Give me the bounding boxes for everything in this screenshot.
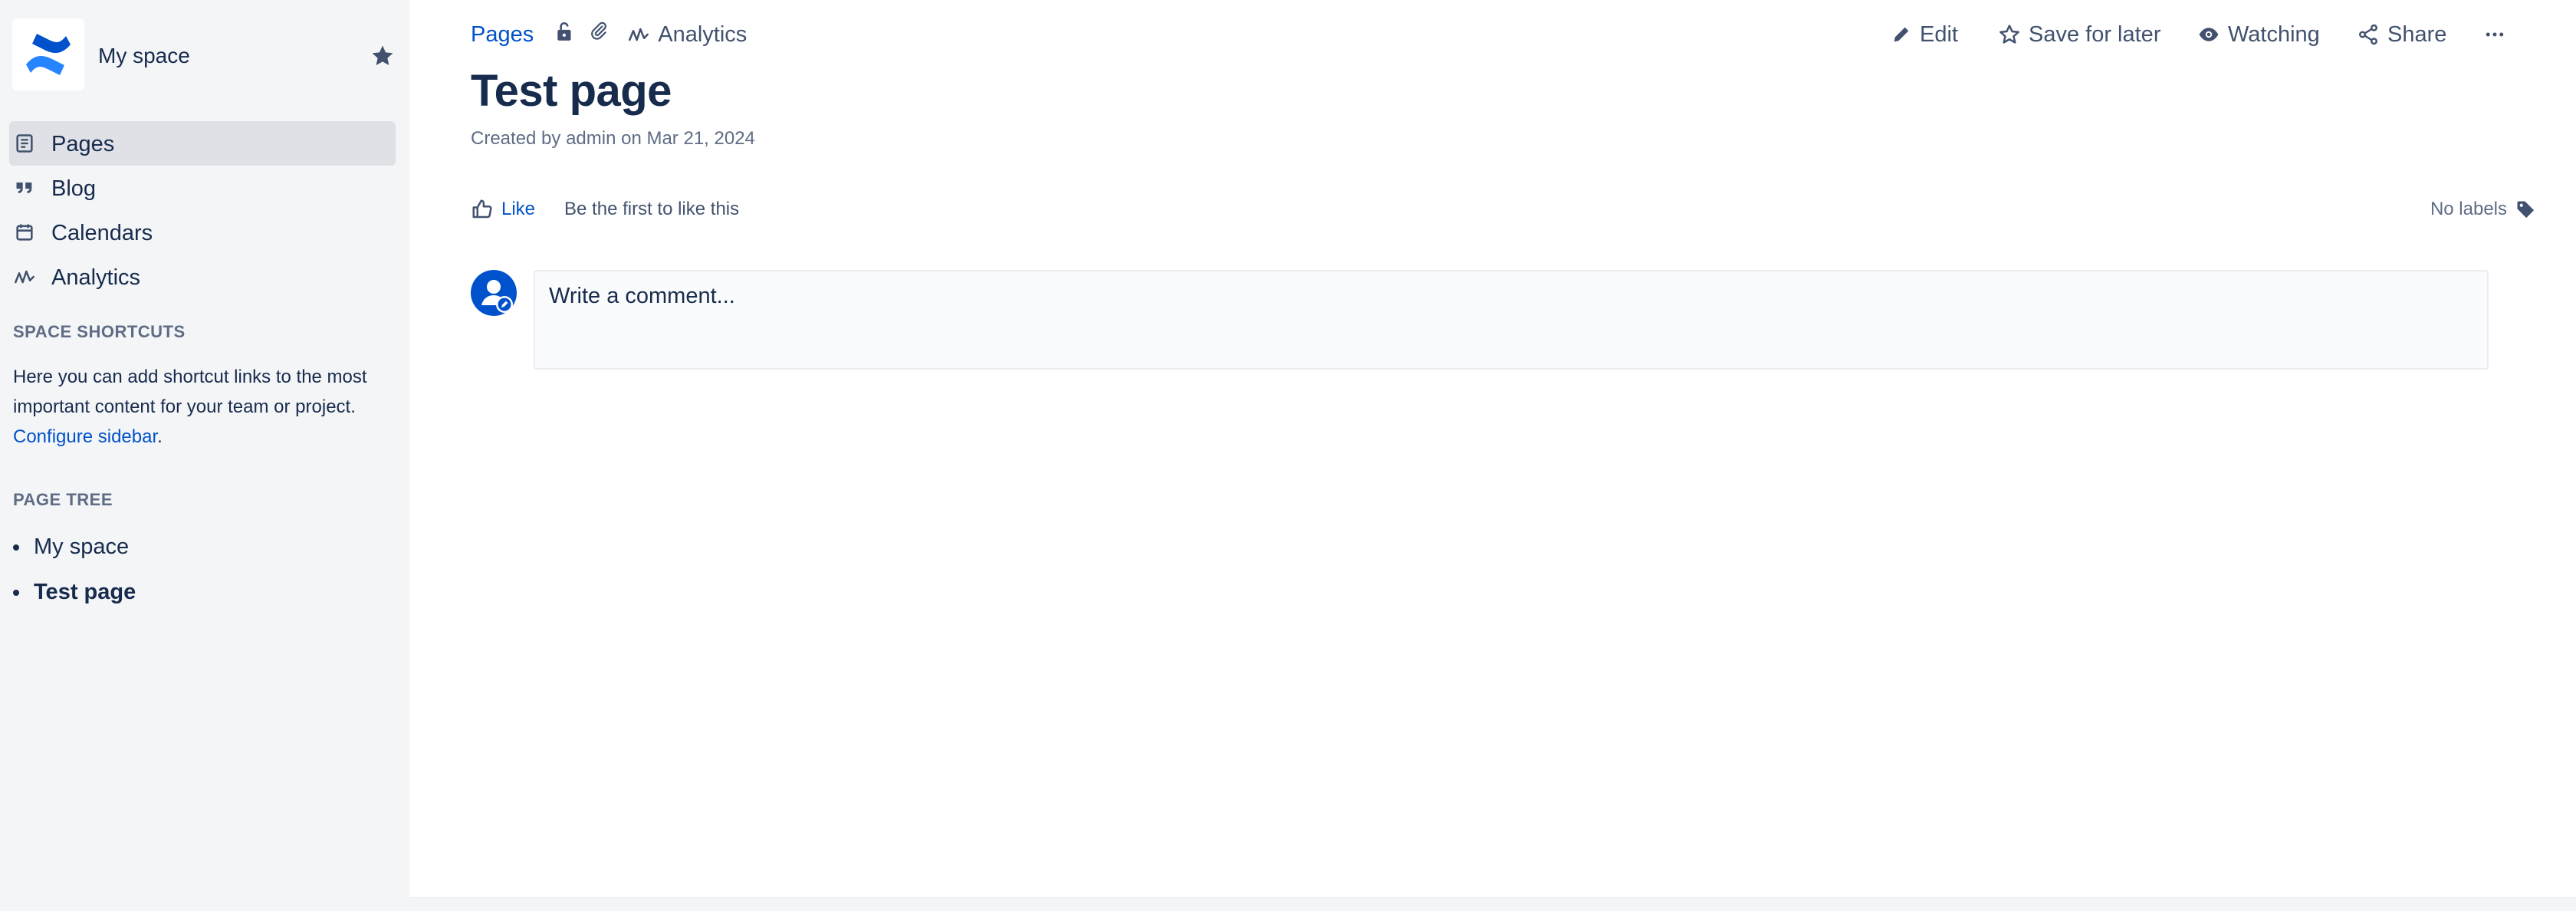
pencil-icon [1894, 27, 1909, 42]
share-button[interactable]: Share [2357, 20, 2446, 49]
tag-icon [2517, 201, 2535, 219]
user-avatar-icon [471, 270, 517, 316]
shortcuts-suffix: . [157, 426, 163, 447]
more-actions-button[interactable] [2482, 20, 2515, 49]
confluence-logo-icon [26, 34, 71, 75]
space-logo[interactable] [12, 18, 84, 90]
page-toolbar: Edit Save for later Watching Share [409, 20, 2576, 49]
space-header: My space [12, 18, 396, 94]
bottom-strip [409, 897, 2576, 911]
comment-input[interactable]: Write a comment... [534, 270, 2489, 370]
thumbs-up-icon [472, 199, 492, 219]
tree-item-label: My space [34, 534, 130, 559]
sidebar-nav: Pages Blog Calendars Analytics [0, 121, 409, 299]
sidebar-item-pages[interactable]: Pages [9, 121, 396, 166]
page-byline: Created by admin on Mar 21, 2024 [471, 128, 755, 149]
labels-text: No labels [2430, 199, 2507, 219]
calendar-icon [16, 224, 33, 241]
star-filled-icon [372, 45, 393, 66]
comment-placeholder: Write a comment... [549, 284, 735, 308]
star-outline-icon [1999, 25, 2019, 44]
share-label: Share [2387, 21, 2447, 47]
quote-icon [16, 183, 32, 193]
save-for-later-button[interactable]: Save for later [1998, 20, 2160, 49]
share-icon [2359, 24, 2377, 45]
page-title: Test page [471, 66, 672, 116]
space-name[interactable]: My space [98, 43, 190, 69]
bullet-icon [13, 544, 19, 551]
space-shortcuts-heading: SPACE SHORTCUTS [13, 322, 186, 341]
sidebar-item-analytics[interactable]: Analytics [9, 255, 396, 299]
sidebar-item-label: Analytics [51, 265, 141, 290]
tree-item-label: Test page [34, 580, 136, 604]
like-row: Like Be the first to like this [471, 196, 739, 222]
configure-sidebar-link[interactable]: Configure sidebar [13, 426, 157, 447]
like-label: Like [501, 199, 536, 219]
sidebar-item-calendars[interactable]: Calendars [9, 210, 396, 255]
bullet-icon [13, 590, 19, 596]
eye-icon [2199, 28, 2219, 41]
labels-section[interactable]: No labels [2430, 196, 2536, 222]
edit-button[interactable]: Edit [1891, 20, 1958, 49]
page-icon [16, 134, 33, 153]
main-content: Pages Analytics Edit Save for later Watc… [409, 0, 2576, 897]
star-space-button[interactable] [370, 43, 397, 71]
more-horizontal-icon [2486, 32, 2504, 37]
watching-button[interactable]: Watching [2197, 20, 2320, 49]
sidebar-item-label: Calendars [51, 221, 153, 245]
like-button[interactable]: Like [471, 198, 535, 221]
sidebar-item-label: Blog [51, 176, 97, 201]
space-shortcuts-description: Here you can add shortcut links to the m… [13, 362, 373, 452]
like-hint: Be the first to like this [564, 199, 740, 219]
page-tree-heading: PAGE TREE [13, 490, 113, 509]
sidebar-item-blog[interactable]: Blog [9, 166, 396, 210]
edit-label: Edit [1920, 21, 1958, 47]
sidebar: My space Pages Blog Calendars Analytics … [0, 0, 409, 911]
avatar [471, 270, 517, 316]
save-for-later-label: Save for later [2029, 21, 2161, 47]
analytics-icon [15, 270, 34, 284]
watching-label: Watching [2228, 21, 2320, 47]
shortcuts-text: Here you can add shortcut links to the m… [13, 367, 367, 417]
sidebar-item-label: Pages [51, 132, 115, 156]
